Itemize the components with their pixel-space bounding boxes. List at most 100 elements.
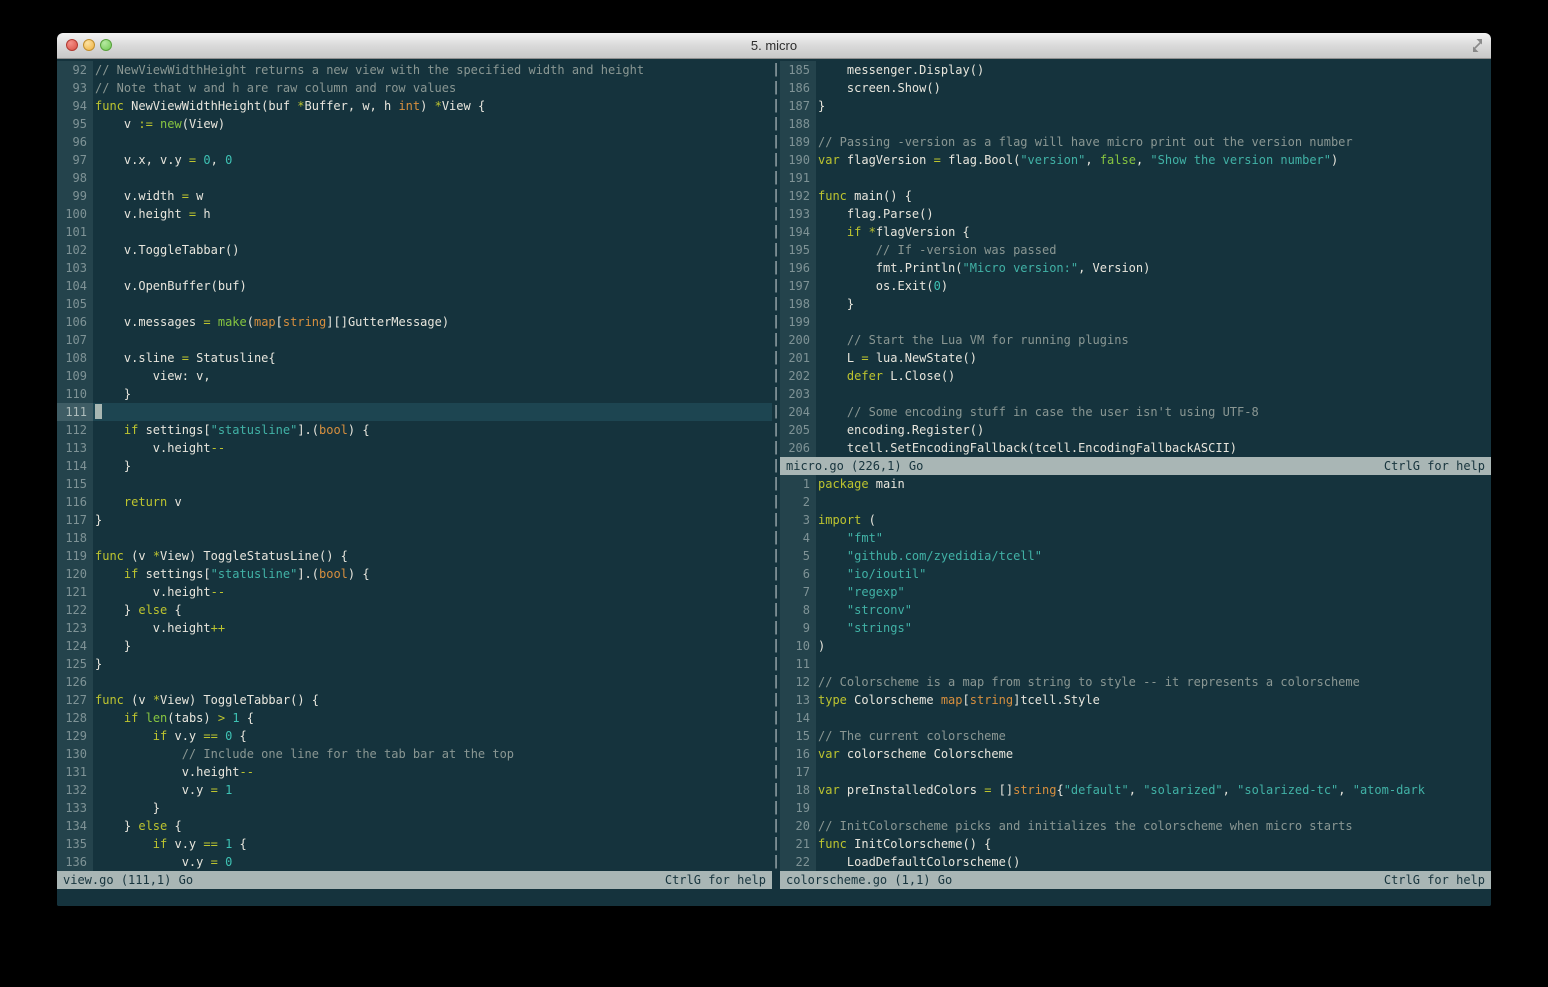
code-line[interactable]: 16var colorscheme Colorscheme xyxy=(780,745,1491,763)
code-line[interactable]: 19 xyxy=(780,799,1491,817)
code-line[interactable]: 116 return v xyxy=(57,493,772,511)
code-line[interactable]: 129 if v.y == 0 { xyxy=(57,727,772,745)
editor-colorscheme-go[interactable]: 1package main23import (4 "fmt"5 "github.… xyxy=(780,475,1491,871)
code-line[interactable]: 205 encoding.Register() xyxy=(780,421,1491,439)
vertical-split-divider[interactable]: ||||||||||||||||||||||||||||||||||||||||… xyxy=(772,61,780,889)
code-line[interactable]: 123 v.height++ xyxy=(57,619,772,637)
code-text xyxy=(93,169,772,187)
code-line[interactable]: 204 // Some encoding stuff in case the u… xyxy=(780,403,1491,421)
code-line[interactable]: 14 xyxy=(780,709,1491,727)
code-line[interactable]: 134 } else { xyxy=(57,817,772,835)
code-line[interactable]: 202 defer L.Close() xyxy=(780,367,1491,385)
code-line[interactable]: 93// Note that w and h are raw column an… xyxy=(57,79,772,97)
code-line[interactable]: 6 "io/ioutil" xyxy=(780,565,1491,583)
code-line[interactable]: 201 L = lua.NewState() xyxy=(780,349,1491,367)
code-line[interactable]: 9 "strings" xyxy=(780,619,1491,637)
code-line[interactable]: 15// The current colorscheme xyxy=(780,727,1491,745)
code-line[interactable]: 127func (v *View) ToggleTabbar() { xyxy=(57,691,772,709)
code-text: "github.com/zyedidia/tcell" xyxy=(816,547,1491,565)
code-line[interactable]: 114 } xyxy=(57,457,772,475)
code-line[interactable]: 104 v.OpenBuffer(buf) xyxy=(57,277,772,295)
code-line[interactable]: 11 xyxy=(780,655,1491,673)
code-text xyxy=(93,475,772,493)
code-line[interactable]: 191 xyxy=(780,169,1491,187)
code-line[interactable]: 118 xyxy=(57,529,772,547)
code-line[interactable]: 106 v.messages = make(map[string][]Gutte… xyxy=(57,313,772,331)
code-line[interactable]: 199 xyxy=(780,313,1491,331)
code-line[interactable]: 21func InitColorscheme() { xyxy=(780,835,1491,853)
code-line[interactable]: 8 "strconv" xyxy=(780,601,1491,619)
code-line[interactable]: 102 v.ToggleTabbar() xyxy=(57,241,772,259)
code-line[interactable]: 115 xyxy=(57,475,772,493)
code-line[interactable]: 17 xyxy=(780,763,1491,781)
code-line[interactable]: 7 "regexp" xyxy=(780,583,1491,601)
code-line[interactable]: 13type Colorscheme map[string]tcell.Styl… xyxy=(780,691,1491,709)
code-line[interactable]: 194 if *flagVersion { xyxy=(780,223,1491,241)
code-line[interactable]: 136 v.y = 0 xyxy=(57,853,772,871)
code-line[interactable]: 196 fmt.Println("Micro version:", Versio… xyxy=(780,259,1491,277)
code-line[interactable]: 133 } xyxy=(57,799,772,817)
code-line[interactable]: 200 // Start the Lua VM for running plug… xyxy=(780,331,1491,349)
code-line[interactable]: 189// Passing -version as a flag will ha… xyxy=(780,133,1491,151)
code-line[interactable]: 12// Colorscheme is a map from string to… xyxy=(780,673,1491,691)
resize-icon[interactable] xyxy=(1470,38,1485,53)
code-line[interactable]: 10) xyxy=(780,637,1491,655)
code-line[interactable]: 117} xyxy=(57,511,772,529)
code-line[interactable]: 113 v.height-- xyxy=(57,439,772,457)
code-line[interactable]: 105 xyxy=(57,295,772,313)
code-line[interactable]: 122 } else { xyxy=(57,601,772,619)
code-line[interactable]: 130 // Include one line for the tab bar … xyxy=(57,745,772,763)
code-line[interactable]: 206 tcell.SetEncodingFallback(tcell.Enco… xyxy=(780,439,1491,457)
code-text: } xyxy=(816,295,1491,313)
code-line[interactable]: 92// NewViewWidthHeight returns a new vi… xyxy=(57,61,772,79)
code-line[interactable]: 125} xyxy=(57,655,772,673)
code-line[interactable]: 188 xyxy=(780,115,1491,133)
title-bar[interactable]: 5. micro xyxy=(57,33,1491,59)
code-line[interactable]: 195 // If -version was passed xyxy=(780,241,1491,259)
code-line[interactable]: 95 v := new(View) xyxy=(57,115,772,133)
code-line[interactable]: 192func main() { xyxy=(780,187,1491,205)
code-line[interactable]: 187} xyxy=(780,97,1491,115)
code-line[interactable]: 94func NewViewWidthHeight(buf *Buffer, w… xyxy=(57,97,772,115)
code-line[interactable]: 128 if len(tabs) > 1 { xyxy=(57,709,772,727)
code-line[interactable]: 124 } xyxy=(57,637,772,655)
code-line[interactable]: 20// InitColorscheme picks and initializ… xyxy=(780,817,1491,835)
command-line[interactable] xyxy=(57,889,1491,906)
code-line[interactable]: 110 } xyxy=(57,385,772,403)
code-line[interactable]: 193 flag.Parse() xyxy=(780,205,1491,223)
code-line[interactable]: 101 xyxy=(57,223,772,241)
code-line[interactable]: 198 } xyxy=(780,295,1491,313)
code-line[interactable]: 108 v.sline = Statusline{ xyxy=(57,349,772,367)
code-line[interactable]: 22 LoadDefaultColorscheme() xyxy=(780,853,1491,871)
code-line[interactable]: 197 os.Exit(0) xyxy=(780,277,1491,295)
code-line[interactable]: 98 xyxy=(57,169,772,187)
code-line[interactable]: 126 xyxy=(57,673,772,691)
code-line[interactable]: 5 "github.com/zyedidia/tcell" xyxy=(780,547,1491,565)
code-line[interactable]: 121 v.height-- xyxy=(57,583,772,601)
code-line[interactable]: 100 v.height = h xyxy=(57,205,772,223)
code-line[interactable]: 119func (v *View) ToggleStatusLine() { xyxy=(57,547,772,565)
code-line[interactable]: 3import ( xyxy=(780,511,1491,529)
code-line[interactable]: 203 xyxy=(780,385,1491,403)
code-line[interactable]: 2 xyxy=(780,493,1491,511)
code-line[interactable]: 4 "fmt" xyxy=(780,529,1491,547)
editor-micro-go[interactable]: 185 messenger.Display()186 screen.Show()… xyxy=(780,61,1491,457)
code-line[interactable]: 99 v.width = w xyxy=(57,187,772,205)
editor-view-go[interactable]: 92// NewViewWidthHeight returns a new vi… xyxy=(57,61,772,871)
code-line[interactable]: 96 xyxy=(57,133,772,151)
code-line[interactable]: 185 messenger.Display() xyxy=(780,61,1491,79)
code-line[interactable]: 132 v.y = 1 xyxy=(57,781,772,799)
code-line[interactable]: 97 v.x, v.y = 0, 0 xyxy=(57,151,772,169)
code-line[interactable]: 120 if settings["statusline"].(bool) { xyxy=(57,565,772,583)
code-line[interactable]: 107 xyxy=(57,331,772,349)
code-line[interactable]: 112 if settings["statusline"].(bool) { xyxy=(57,421,772,439)
code-line[interactable]: 131 v.height-- xyxy=(57,763,772,781)
code-line[interactable]: 18var preInstalledColors = []string{"def… xyxy=(780,781,1491,799)
code-line[interactable]: 135 if v.y == 1 { xyxy=(57,835,772,853)
code-line[interactable]: 190var flagVersion = flag.Bool("version"… xyxy=(780,151,1491,169)
code-line[interactable]: 103 xyxy=(57,259,772,277)
code-line[interactable]: 111 xyxy=(57,403,772,421)
code-line[interactable]: 186 screen.Show() xyxy=(780,79,1491,97)
code-line[interactable]: 1package main xyxy=(780,475,1491,493)
code-line[interactable]: 109 view: v, xyxy=(57,367,772,385)
